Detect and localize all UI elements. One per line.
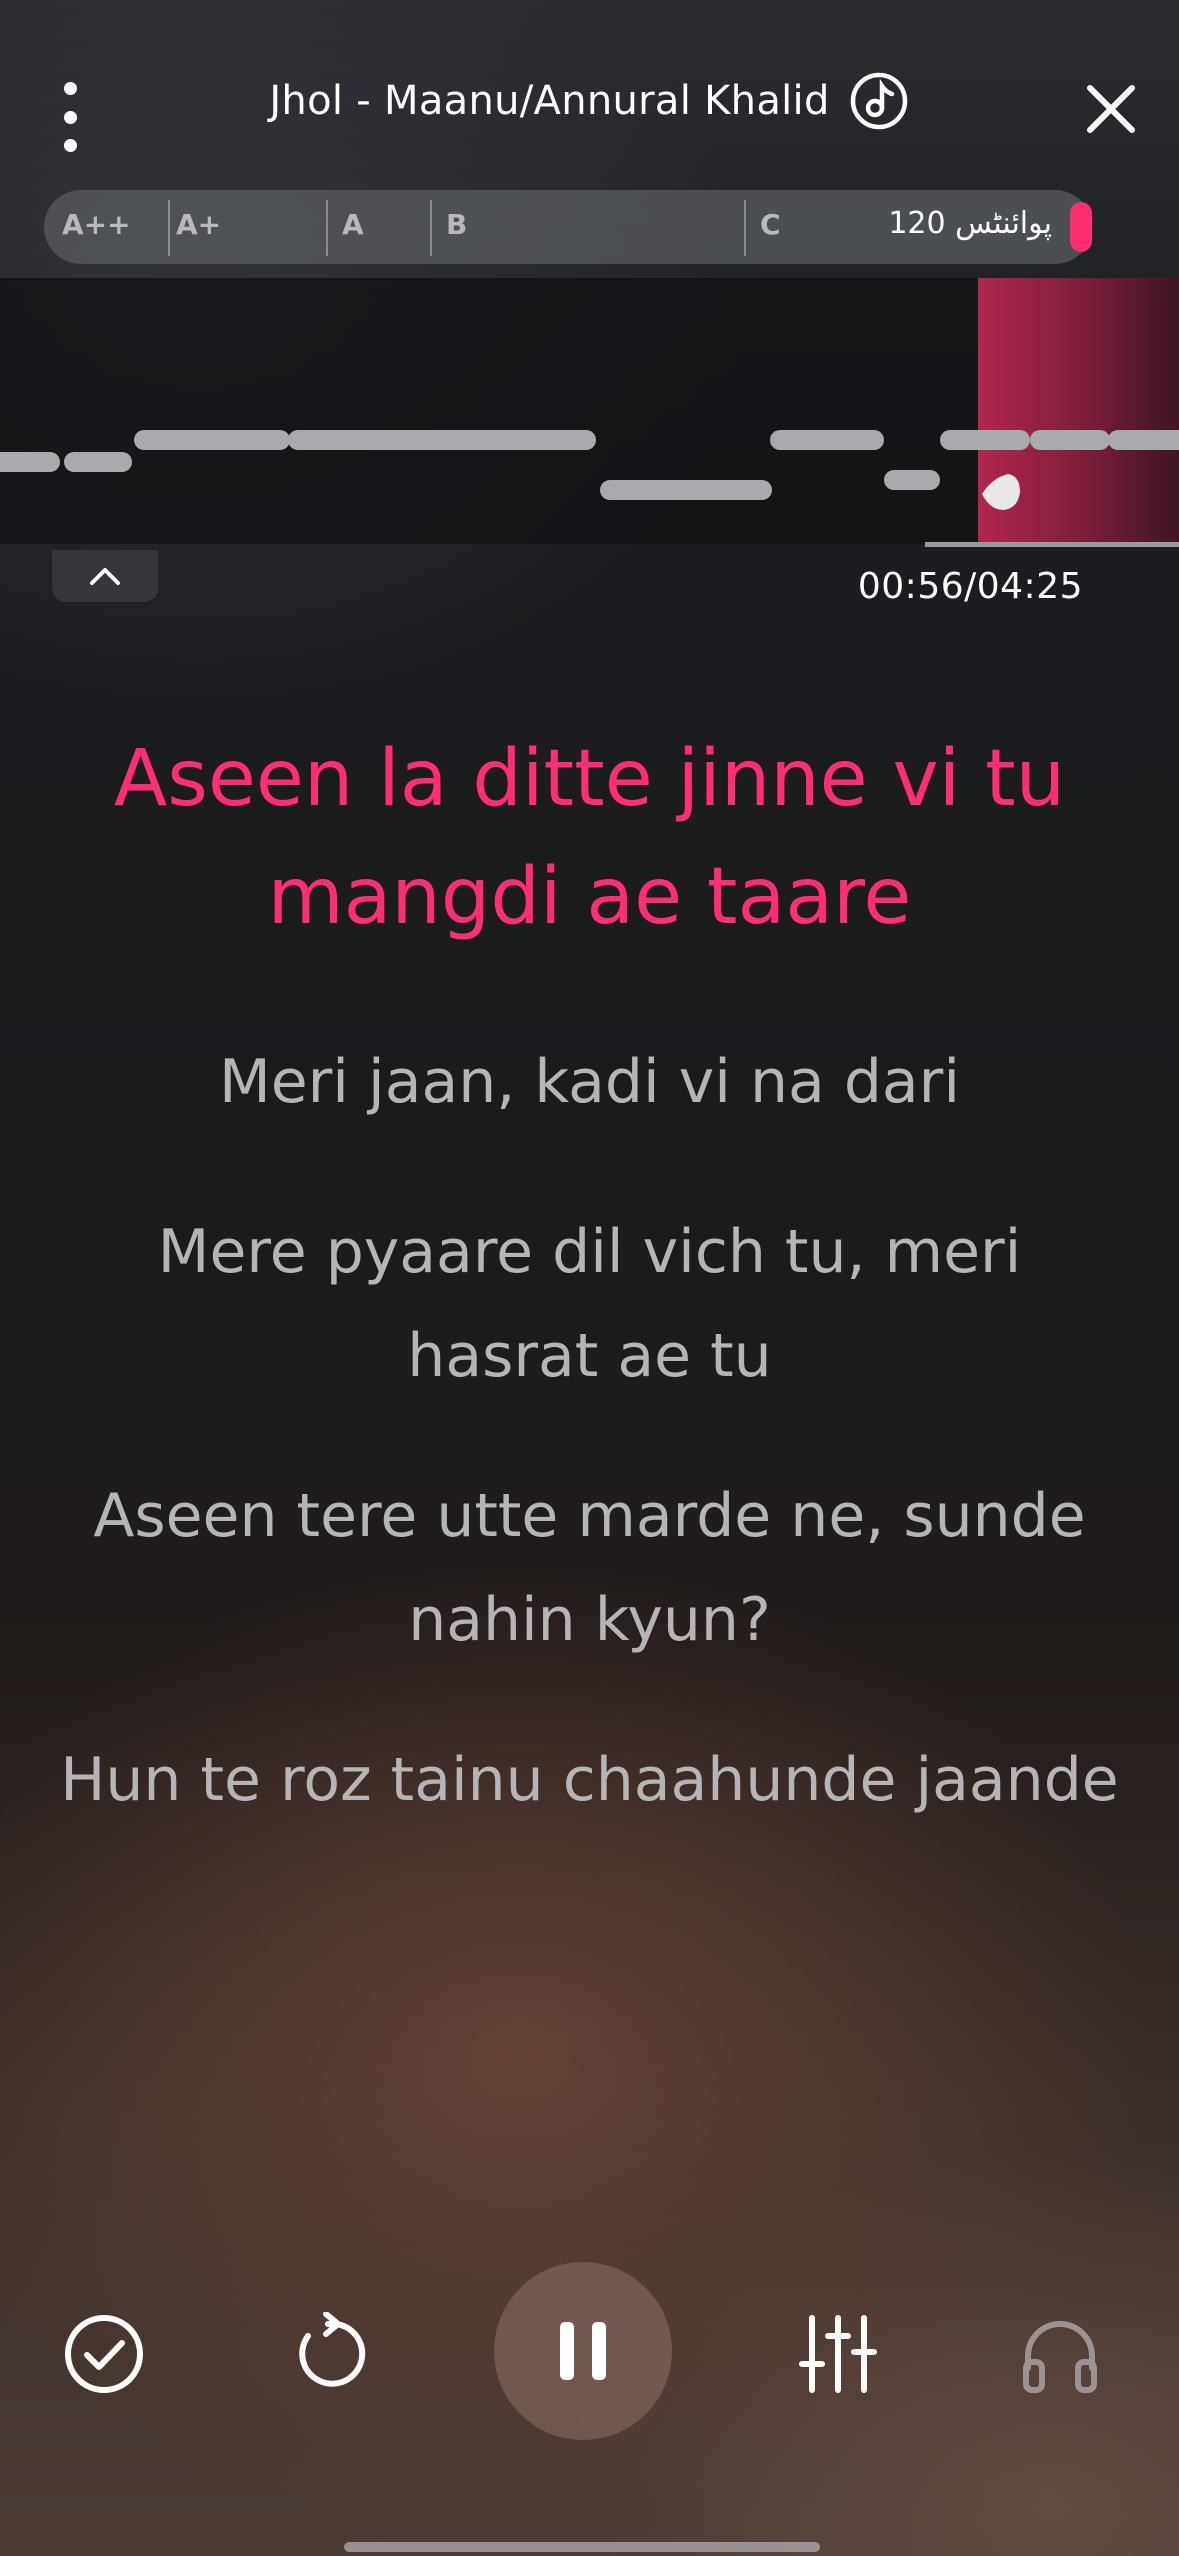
grade-label: B [446, 208, 468, 241]
score-indicator [1070, 202, 1092, 252]
grade-divider [744, 200, 746, 256]
pitch-note [884, 470, 940, 490]
pitch-cursor-icon [982, 474, 1020, 510]
lyric-line: Hun te roz tainu chaahunde jaande [60, 1745, 1119, 1815]
music-note-circle-icon[interactable] [848, 70, 910, 132]
song-title: Jhol - Maanu/Annural Khalid [269, 78, 830, 124]
pitch-note [1030, 430, 1110, 450]
close-icon[interactable] [1080, 78, 1142, 140]
lyric-line: Meri jaan, kadi vi na dari [218, 1047, 961, 1117]
lyric-line: Mere pyaare dil vich tu, meri hasrat ae … [157, 1217, 1022, 1391]
points-label: 120 پوائنٹس [888, 206, 1052, 241]
equalizer-sliders-icon[interactable] [796, 2312, 880, 2396]
grade-label: A [342, 208, 364, 241]
restart-icon[interactable] [286, 2312, 370, 2396]
song-progress-line [925, 542, 1179, 547]
grade-label: C [760, 208, 781, 241]
pitch-note [134, 430, 290, 450]
pitch-note [1108, 430, 1179, 450]
home-indicator[interactable] [344, 2542, 820, 2552]
grade-divider [430, 200, 432, 256]
chevron-up-icon [90, 568, 120, 585]
pause-icon [560, 2322, 606, 2380]
pitch-note [600, 480, 772, 500]
grade-label: A+ [176, 208, 222, 241]
collapse-pitch-button[interactable] [52, 550, 158, 602]
pitch-guide [0, 278, 1179, 544]
headphones-icon[interactable] [1018, 2312, 1102, 2396]
pitch-note [288, 430, 596, 450]
player-header: Jhol - Maanu/Annural Khalid [0, 0, 1179, 190]
grade-divider [326, 200, 328, 256]
grade-divider [168, 200, 170, 256]
pause-button[interactable] [494, 2262, 672, 2440]
pitch-note [0, 452, 60, 472]
score-grade-bar: A++ A+ A B C 120 پوائنٹس [44, 190, 1092, 264]
pitch-note [770, 430, 884, 450]
grade-label: A++ [62, 208, 131, 241]
pitch-note [64, 452, 132, 472]
check-circle-icon[interactable] [62, 2312, 146, 2396]
pitch-note [940, 430, 1030, 450]
current-lyric-line: Aseen la ditte jinne vi tu mangdi ae taa… [113, 734, 1066, 942]
menu-dot [63, 139, 77, 152]
playback-controls [0, 2262, 1179, 2440]
song-title-row: Jhol - Maanu/Annural Khalid [0, 70, 1179, 132]
lyric-line: Aseen tere utte marde ne, sunde nahin ky… [93, 1481, 1086, 1655]
playback-time: 00:56/04:25 [857, 566, 1083, 607]
